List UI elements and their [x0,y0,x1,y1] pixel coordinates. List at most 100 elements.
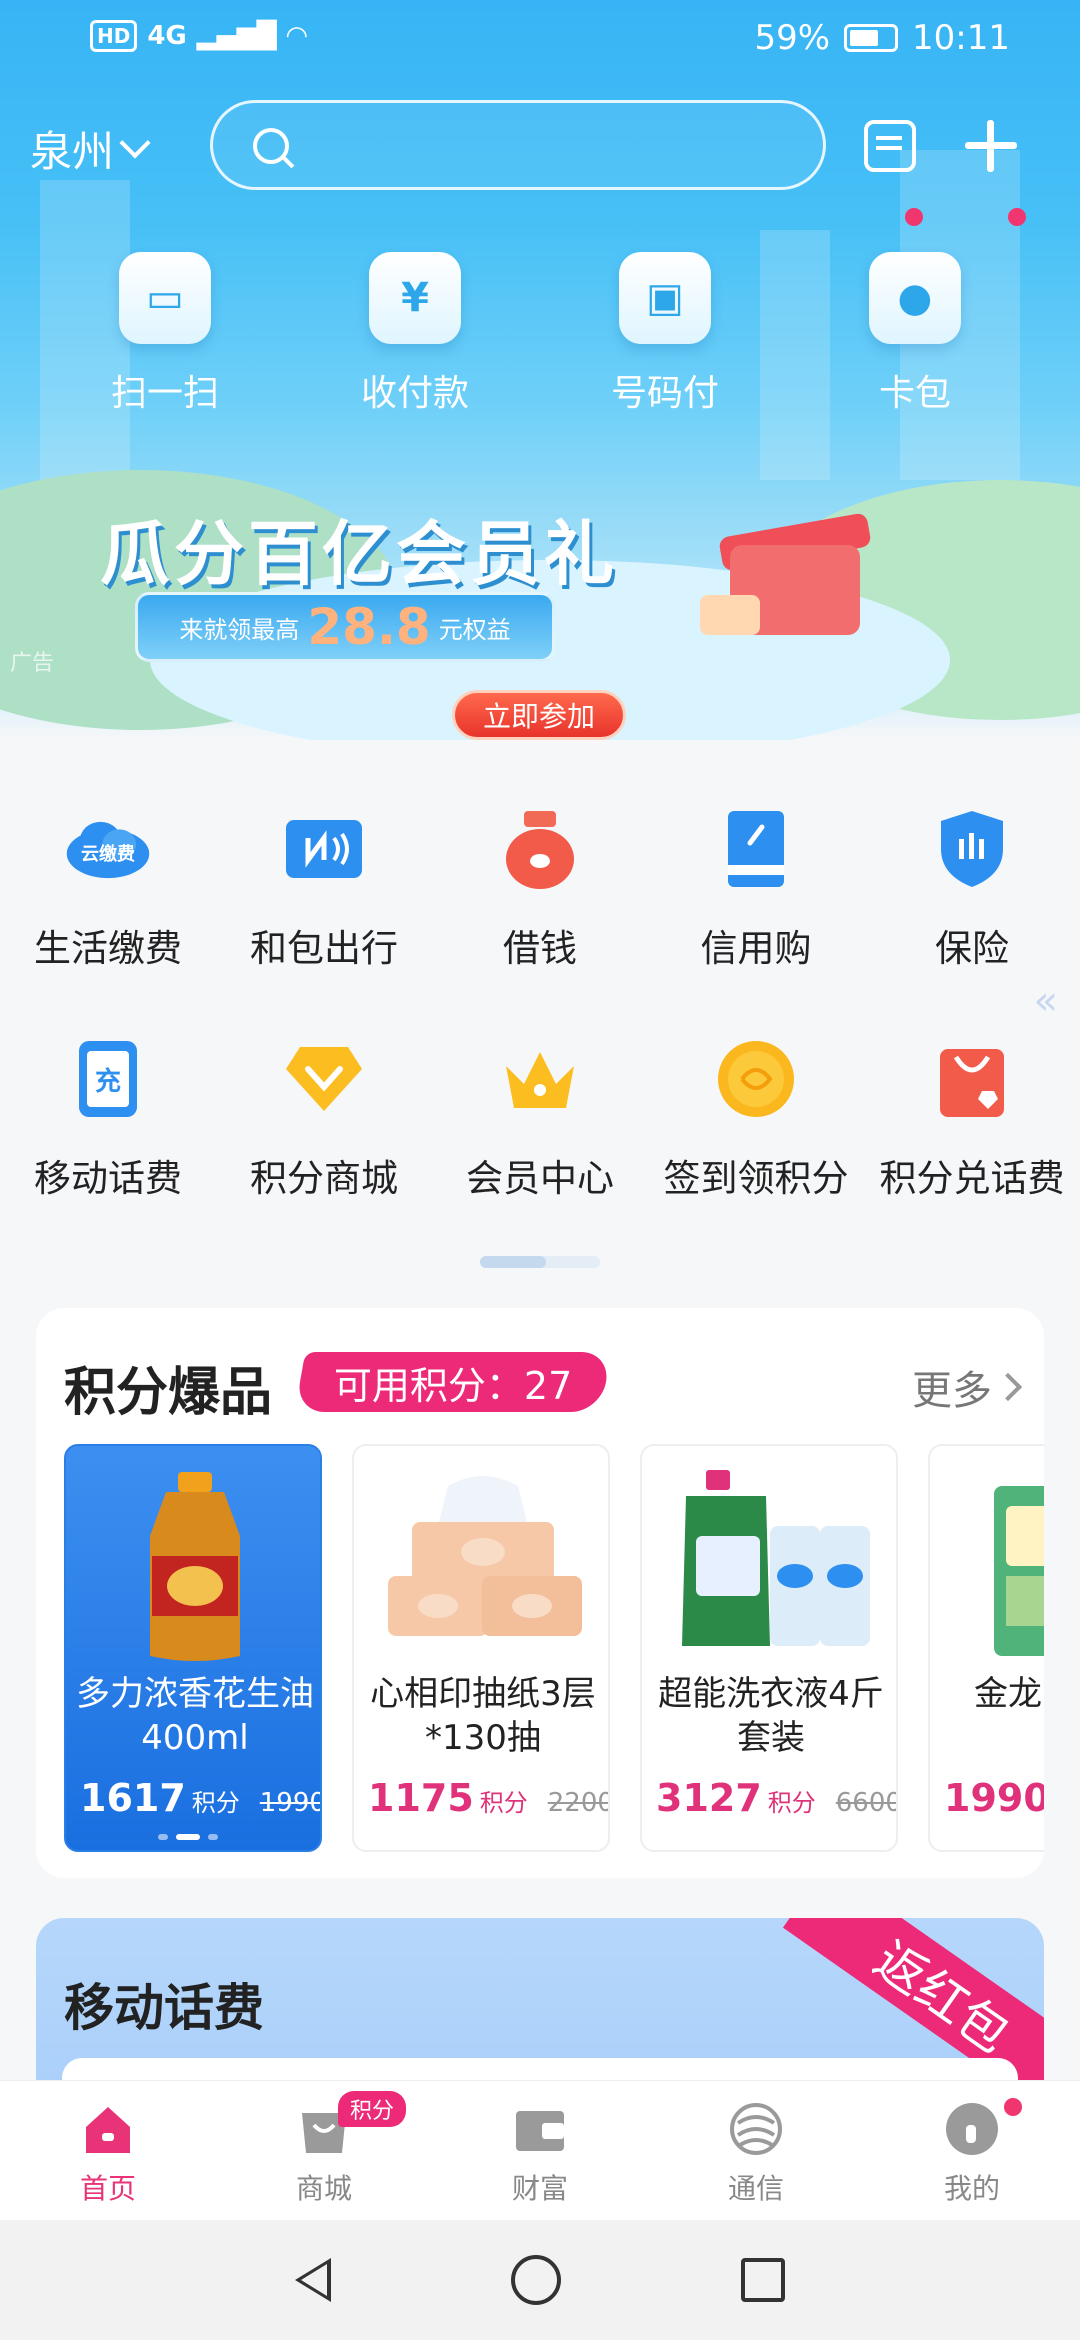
topup-badge: 充 [94,1066,121,1097]
side-collapse-icon[interactable]: « [1034,978,1058,1024]
bottom-navigation: 首页 商城 积分 财富 通信 我的 [0,2080,1080,2220]
home-circle-icon[interactable] [511,2255,561,2305]
quick-actions: ▭ 扫一扫 ¥ 收付款 ▣ 号码付 ● 卡包 [0,252,1080,416]
plus-icon[interactable] [965,120,1017,172]
quick-scan-label: 扫一扫 [110,373,219,414]
scan-icon: ▭ [119,252,211,344]
back-icon[interactable] [295,2258,331,2302]
ad-tag: 广告 [10,651,55,676]
quick-card-wallet[interactable]: ● 卡包 [825,252,1005,416]
product-card[interactable]: 金龙鱼大米 1990 积分 [928,1444,1044,1852]
quick-payment-label: 收付款 [360,373,469,414]
status-bar: HD 4G ▂▄▆█ ◠ 59% 10:11 [0,0,1080,80]
product-points: 1175 [368,1776,474,1820]
banner-sub-prefix: 来就领最高 [179,615,300,644]
message-icon[interactable] [864,120,916,172]
more-label: 更多 [912,1368,992,1414]
service-label: 积分兑话费 [879,1157,1065,1200]
chevron-right-icon [993,1372,1023,1402]
service-points-mall[interactable]: 积分商城 [216,1020,432,1250]
service-label: 借钱 [503,927,577,970]
product-old-price: 6600 [835,1788,898,1818]
more-link[interactable]: 更多 [912,1358,1023,1416]
product-old-price: 1990 [259,1788,322,1818]
clock: 10:11 [912,18,1010,58]
service-label: 保险 [935,927,1009,970]
service-points-exchange[interactable]: 积分兑话费 [864,1020,1080,1250]
product-name: 超能洗衣液4斤套装 [658,1674,884,1758]
bag-exchange-icon [927,1034,1017,1124]
banner-subtitle[interactable]: 来就领最高 28.8 元权益 [135,592,555,662]
product-card[interactable]: 多力浓香花生油400ml 1617 积分 1990 [64,1444,322,1852]
points-hot-products-card: 积分爆品 可用积分：27 更多 多力浓香花生油400ml 1617 积分 199… [36,1308,1044,1878]
cloud-pay-badge: 云缴费 [81,844,135,865]
gift-box-illustration [690,505,890,655]
diamond-icon [279,1034,369,1124]
service-phone-topup[interactable]: 充 移动话费 [0,1020,216,1250]
banner-sub-suffix: 元权益 [438,615,511,644]
service-label: 和包出行 [250,927,398,970]
nav-home[interactable]: 首页 [0,2081,216,2220]
city-label: 泉州 [30,127,115,176]
search-input[interactable] [210,100,826,190]
service-credit[interactable]: 信用购 [648,790,864,1020]
wifi-icon: ◠ [286,21,307,51]
chevron-down-icon [119,126,151,159]
points-badge: 积分 [338,2091,407,2127]
banner-amount: 28.8 [307,598,431,656]
nav-shop[interactable]: 商城 积分 [216,2081,432,2220]
nav-wealth[interactable]: 财富 [432,2081,648,2220]
city-selector[interactable]: 泉州 [30,118,151,179]
product-points-unit: 积分 [191,1789,240,1817]
status-right: 59% 10:11 [754,18,1010,58]
battery-percent: 59% [754,18,831,58]
coin-icon [711,1034,801,1124]
nav-communication[interactable]: 通信 [648,2081,864,2220]
credit-card-icon [711,804,801,894]
search-icon [253,128,289,164]
product-points: 1617 [80,1776,186,1820]
quick-number-pay-label: 号码付 [610,373,719,414]
quick-number-pay[interactable]: ▣ 号码付 [575,252,755,416]
crown-icon [495,1034,585,1124]
product-name: 金龙鱼大米 [974,1674,1044,1714]
service-travel[interactable]: 和包出行 [216,790,432,1020]
product-card[interactable]: 超能洗衣液4斤套装 3127 积分 6600 [640,1444,898,1852]
available-points-badge[interactable]: 可用积分：27 [294,1352,612,1412]
shield-icon [927,804,1017,894]
battery-icon [844,24,899,52]
top-bar: 泉州 [0,100,1080,226]
product-points: 1990 [944,1776,1044,1820]
recent-apps-icon[interactable] [741,2258,785,2302]
join-now-button[interactable]: 立即参加 [452,690,626,740]
banner-title[interactable]: 瓜分百亿会员礼 [100,498,618,599]
service-borrow[interactable]: 借钱 [432,790,648,1020]
service-label: 签到领积分 [663,1157,849,1200]
wallet-icon [516,2111,564,2151]
services-row: 充 移动话费 积分商城 会员中心 签到领积分 积分兑话费 [0,1020,1080,1250]
quick-payment[interactable]: ¥ 收付款 [325,252,505,416]
plus-notification-dot [1008,208,1026,226]
product-image-dots [158,1834,218,1840]
available-points-label: 可用积分：27 [334,1363,573,1408]
nav-profile[interactable]: 我的 [864,2081,1080,2220]
service-life-payment[interactable]: 云缴费 生活缴费 [0,790,216,1020]
quick-scan[interactable]: ▭ 扫一扫 [75,252,255,416]
nfc-icon [279,804,369,894]
product-old-price: 2200 [547,1788,610,1818]
phone-topup-icon: 充 [63,1034,153,1124]
points-card-title: 积分爆品 [64,1363,273,1423]
services-row: 云缴费 生活缴费 和包出行 借钱 信用购 保险 [0,790,1080,1020]
signal-icon: ▂▄▆█ [196,21,277,51]
product-price: 1617 积分 1990 [80,1776,322,1820]
product-points-unit: 积分 [479,1789,528,1817]
message-notification-dot [905,208,923,226]
card-wallet-icon: ● [869,252,961,344]
quick-card-wallet-label: 卡包 [878,373,951,414]
number-pay-icon: ▣ [619,252,711,344]
product-card[interactable]: 心相印抽纸3层*130抽 1175 积分 2200 [352,1444,610,1852]
service-checkin[interactable]: 签到领积分 [648,1020,864,1250]
nav-shop-label: 商城 [295,2172,352,2205]
service-member-center[interactable]: 会员中心 [432,1020,648,1250]
product-price: 1990 积分 [944,1776,1044,1820]
